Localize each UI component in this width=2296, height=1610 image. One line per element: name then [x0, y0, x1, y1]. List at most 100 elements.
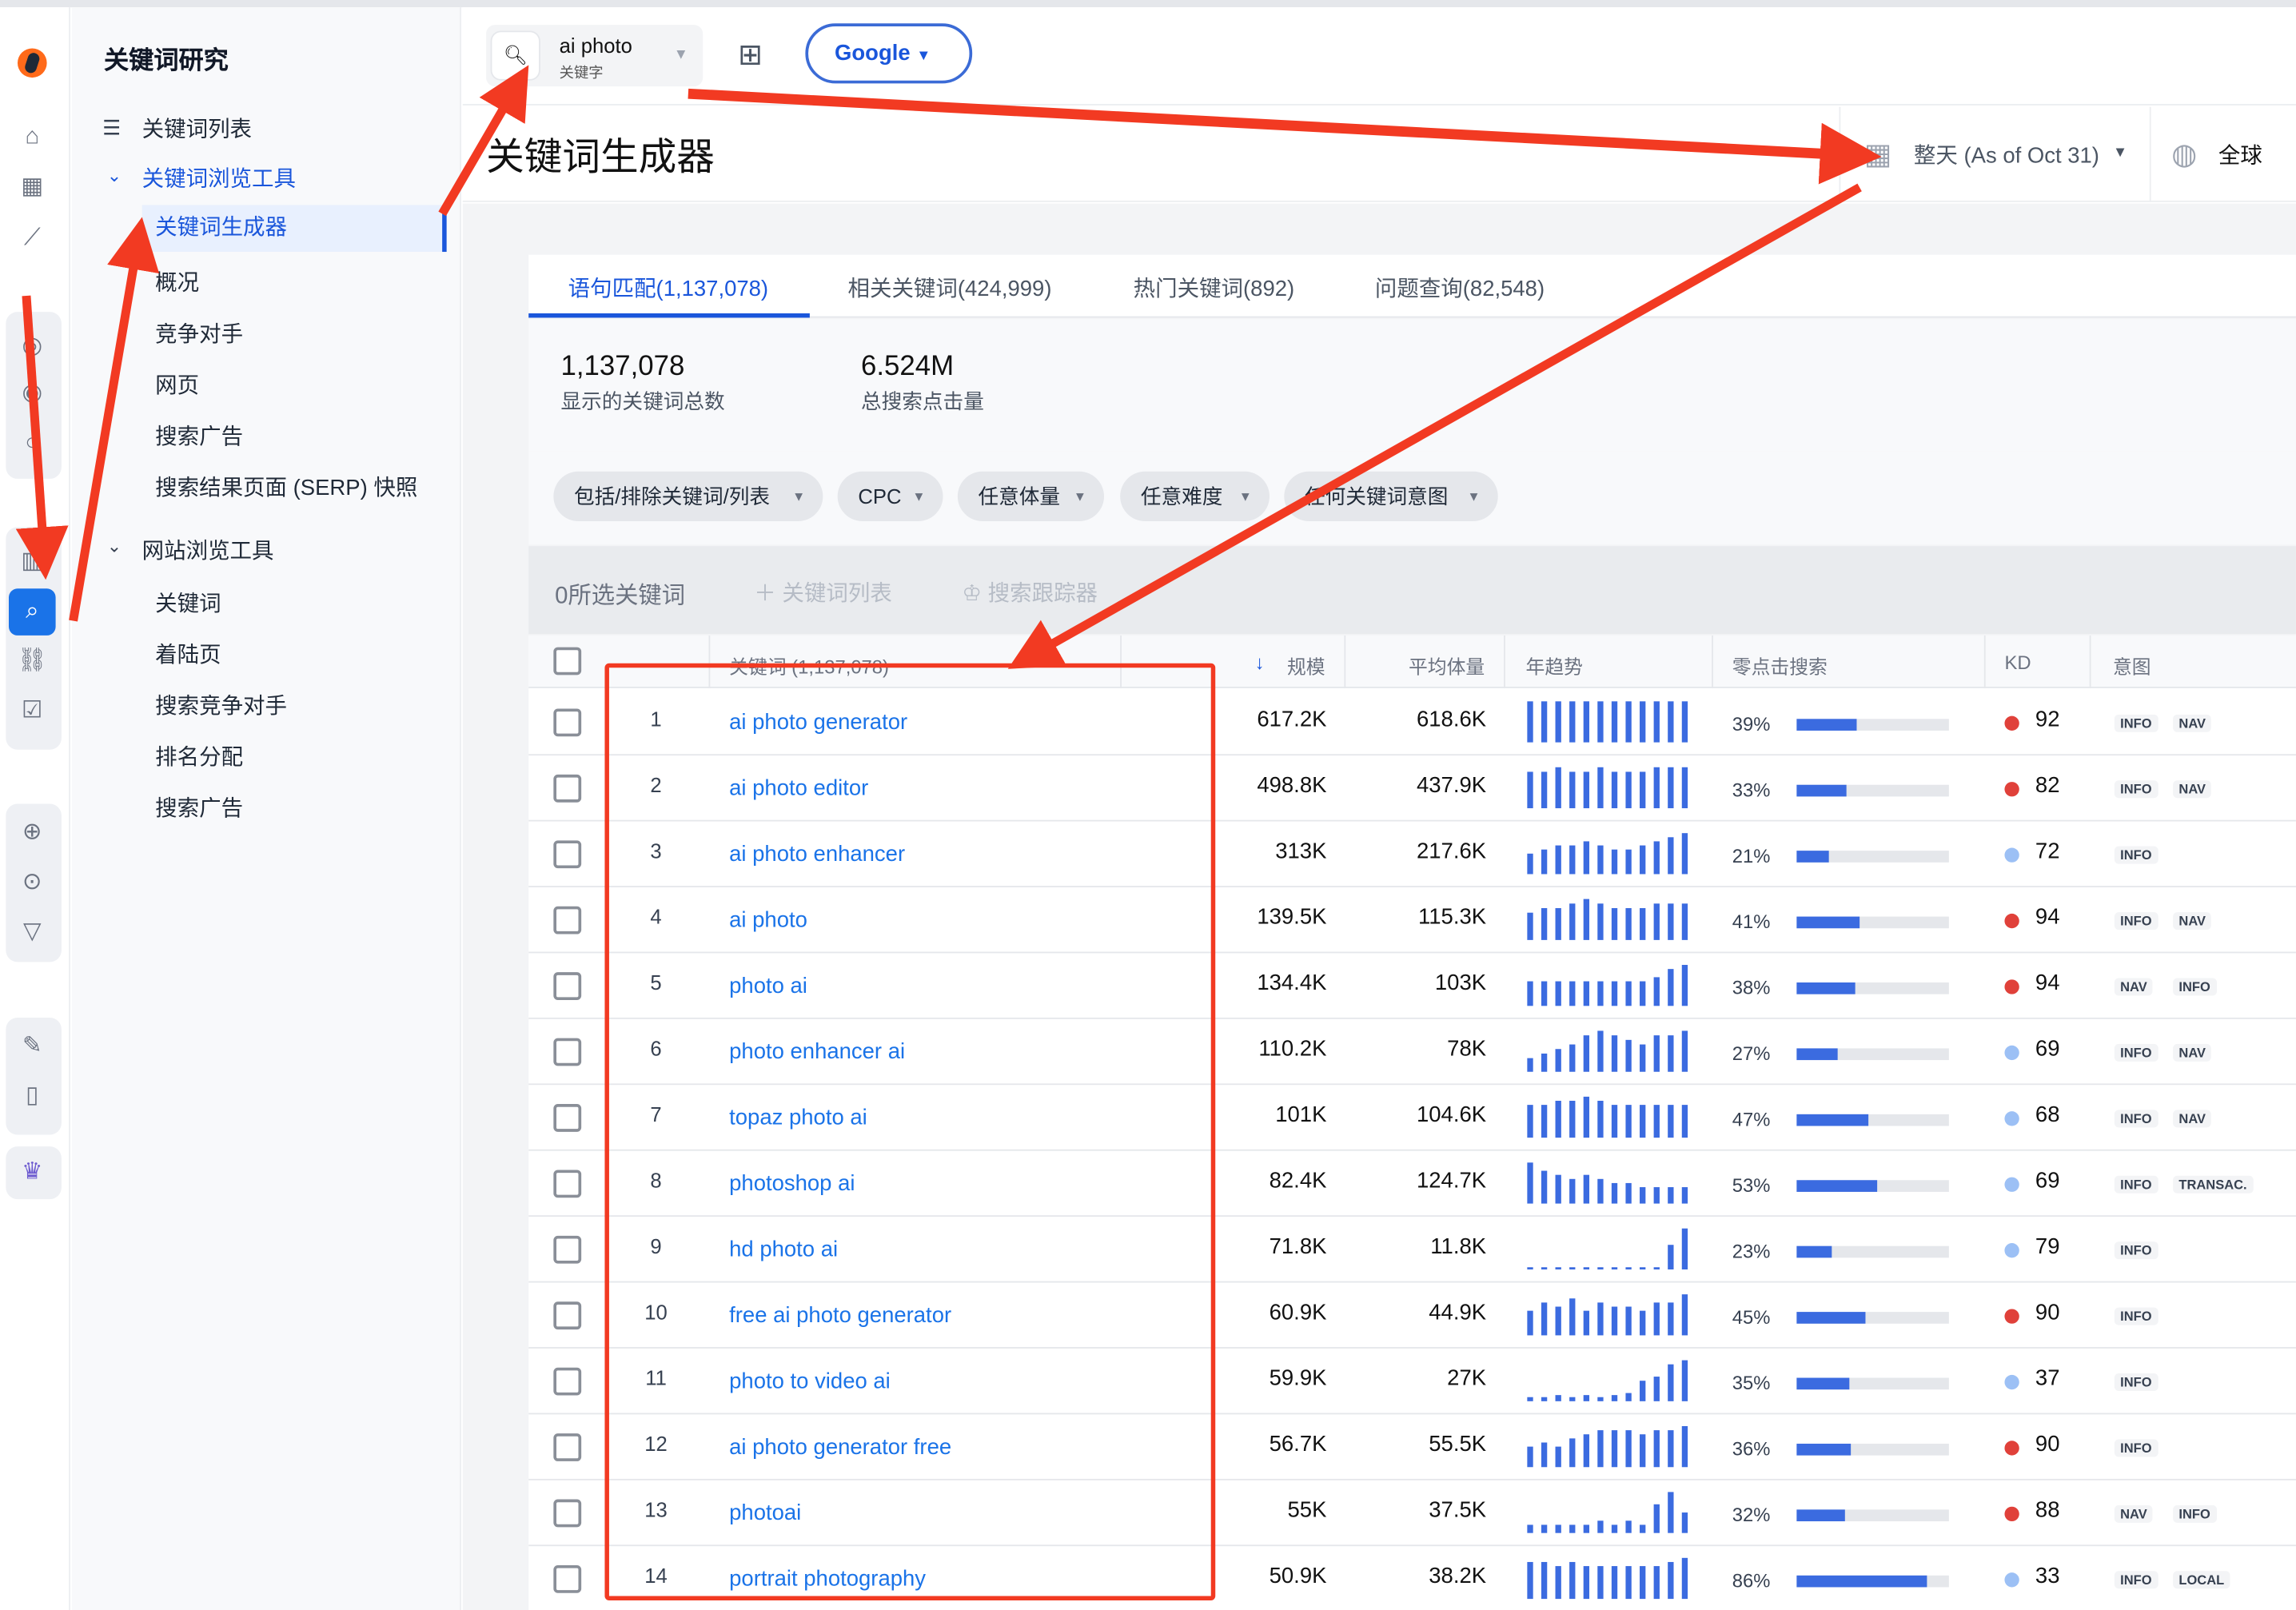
row-checkbox[interactable]	[553, 1038, 582, 1066]
keyword-link[interactable]: portrait photography	[729, 1567, 926, 1592]
select-all-checkbox[interactable]	[553, 647, 582, 675]
tab-phrase-match[interactable]: 语句匹配(1,137,078)	[568, 273, 768, 303]
sidebar-item-pages[interactable]: 网页	[155, 369, 199, 400]
link-icon[interactable]: ⛓	[14, 644, 50, 679]
keyword-link[interactable]: photo ai	[729, 974, 807, 998]
col-zero-click[interactable]: 零点击搜索	[1732, 652, 1828, 679]
sidebar-item-landing-pages[interactable]: 着陆页	[155, 639, 221, 669]
table-row[interactable]: 4 ai photo 139.5K 115.3K 41% 94 INFO NAV	[528, 887, 2296, 954]
keyword-link[interactable]: photoai	[729, 1500, 801, 1525]
add-to-list-button[interactable]: ＋ 关键词列表	[754, 577, 892, 608]
row-checkbox[interactable]	[553, 840, 582, 869]
table-row[interactable]: 6 photo enhancer ai 110.2K 78K 27% 69 INFO NAV	[528, 1019, 2296, 1086]
table-row[interactable]: 9 hd photo ai 71.8K 11.8K 23% 79 INFO	[528, 1217, 2296, 1283]
row-checkbox[interactable]	[553, 1170, 582, 1198]
tab-related-keywords[interactable]: 相关关键词(424,999)	[847, 273, 1051, 303]
sidebar-item-search-competitors[interactable]: 搜索竞争对手	[155, 690, 287, 720]
table-row[interactable]: 3 ai photo enhancer 313K 217.6K 21% 72 INFO	[528, 822, 2296, 887]
row-checkbox[interactable]	[553, 1235, 582, 1264]
globe-icon[interactable]: ◎	[14, 329, 50, 365]
table-row[interactable]: 5 photo ai 134.4K 103K 38% 94 NAV INFO	[528, 953, 2296, 1019]
filter-difficulty[interactable]: 任意难度 ▼	[1120, 471, 1270, 522]
sidebar-item-site-explorer[interactable]: 网站浏览工具	[142, 535, 274, 565]
logo-icon[interactable]	[17, 48, 47, 78]
crown-icon[interactable]: ♛	[14, 1155, 50, 1190]
sidebar-item-keyword-list[interactable]: 关键词列表	[142, 113, 252, 143]
sidebar-item-keyword-explorer[interactable]: 关键词浏览工具	[142, 162, 296, 193]
col-keyword[interactable]: 关键词 (1,137,078)	[729, 652, 889, 679]
row-checkbox[interactable]	[553, 1564, 582, 1593]
target-icon[interactable]: ◉	[14, 377, 50, 412]
keyword-link[interactable]: hd photo ai	[729, 1237, 838, 1262]
keyword-link[interactable]: photo enhancer ai	[729, 1039, 905, 1064]
row-checkbox[interactable]	[553, 774, 582, 803]
sidebar-item-serp-snapshot[interactable]: 搜索结果页面 (SERP) 快照	[155, 472, 417, 502]
search-keyword[interactable]: ai photo	[560, 34, 632, 57]
add-compare-icon[interactable]: ⊞	[738, 37, 763, 74]
checklist-icon[interactable]: ☑	[14, 694, 50, 729]
row-checkbox[interactable]	[553, 1104, 582, 1132]
col-volume[interactable]: 规模	[1287, 652, 1325, 679]
mobile-icon[interactable]: ▯	[14, 1079, 50, 1114]
table-row[interactable]: 10 free ai photo generator 60.9K 44.9K 45% 90…	[528, 1282, 2296, 1349]
search-engine-dropdown[interactable]: Google ▼	[805, 23, 973, 84]
keyword-link[interactable]: ai photo	[729, 908, 807, 933]
sidebar-item-competitors[interactable]: 竞争对手	[155, 317, 243, 348]
bar-chart-icon[interactable]: ▥	[14, 544, 50, 580]
home-icon[interactable]: ⌂	[14, 120, 50, 155]
table-row[interactable]: 1 ai photo generator 617.2K 618.6K 39% 92 INFO…	[528, 690, 2296, 756]
row-checkbox[interactable]	[553, 1301, 582, 1330]
chart-icon[interactable]: ⟋	[14, 221, 50, 257]
report-icon[interactable]: ✎	[14, 1030, 50, 1065]
row-checkbox[interactable]	[553, 1433, 582, 1461]
search-circle-icon[interactable]: ⊙	[14, 865, 50, 900]
search-icon[interactable]: 🔍︎	[492, 32, 540, 79]
keyword-link[interactable]: ai photo generator	[729, 710, 907, 735]
sidebar-item-keyword-generator[interactable]: 关键词生成器	[142, 205, 447, 253]
table-row[interactable]: 11 photo to video ai 59.9K 27K 35% 37 INFO	[528, 1349, 2296, 1415]
filter-cpc[interactable]: CPC ▼	[837, 471, 943, 522]
keyword-search-icon[interactable]: ⌕	[8, 588, 56, 636]
keyword-link[interactable]: ai photo editor	[729, 776, 868, 801]
sidebar-item-overview[interactable]: 概况	[155, 266, 199, 297]
sidebar-item-search-ads-2[interactable]: 搜索广告	[155, 792, 243, 823]
keyword-link[interactable]: ai photo generator free	[729, 1435, 951, 1460]
table-row[interactable]: 8 photoshop ai 82.4K 124.7K 53% 69 INFO TRANSAC…	[528, 1151, 2296, 1217]
filter-include-exclude[interactable]: 包括/排除关键词/列表 ▼	[553, 471, 823, 522]
keyword-link[interactable]: ai photo enhancer	[729, 842, 905, 867]
col-kd[interactable]: KD	[2004, 652, 2031, 673]
keyword-link[interactable]: photoshop ai	[729, 1171, 855, 1196]
chevron-down-icon[interactable]: ⌄	[107, 165, 122, 186]
row-checkbox[interactable]	[553, 708, 582, 737]
tab-trending-keywords[interactable]: 热门关键词(892)	[1134, 273, 1295, 303]
sort-arrow-icon[interactable]: ↓	[1255, 652, 1265, 673]
caret-down-icon[interactable]: ▼	[674, 47, 688, 63]
table-row[interactable]: 7 topaz photo ai 101K 104.6K 47% 68 INFO NAV	[528, 1085, 2296, 1151]
keyword-link[interactable]: photo to video ai	[729, 1369, 891, 1394]
sidebar-item-keywords[interactable]: 关键词	[155, 587, 221, 617]
table-row[interactable]: 2 ai photo editor 498.8K 437.9K 33% 82 INFO NAV	[528, 755, 2296, 822]
keyword-link[interactable]: free ai photo generator	[729, 1303, 951, 1328]
tab-questions[interactable]: 问题查询(82,548)	[1375, 273, 1545, 303]
chevron-down-icon[interactable]: ⌄	[107, 536, 122, 556]
table-row[interactable]: 13 photoai 55K 37.5K 32% 88 NAV INFO	[528, 1480, 2296, 1547]
keyword-search-box[interactable]: 🔍︎ ai photo 关键字 ▼	[486, 25, 704, 87]
dashboard-icon[interactable]: ▦	[14, 169, 50, 205]
web-icon[interactable]: ⊕	[14, 815, 50, 851]
filter-volume[interactable]: 任意体量 ▼	[957, 471, 1105, 522]
table-row[interactable]: 12 ai photo generator free 56.7K 55.5K 36% 90…	[528, 1414, 2296, 1480]
row-checkbox[interactable]	[553, 1499, 582, 1528]
row-checkbox[interactable]	[553, 1367, 582, 1396]
row-checkbox[interactable]	[553, 906, 582, 935]
table-row[interactable]: 14 portrait photography 50.9K 38.2K 86% 33 INF…	[528, 1546, 2296, 1610]
location-button[interactable]: ◍ 全球	[2149, 106, 2296, 202]
filter-intent[interactable]: 任何关键词意图 ▼	[1284, 471, 1498, 522]
keyword-link[interactable]: topaz photo ai	[729, 1106, 867, 1130]
sidebar-item-search-ads[interactable]: 搜索广告	[155, 420, 243, 451]
row-checkbox[interactable]	[553, 972, 582, 1000]
circle-icon[interactable]: ○	[14, 426, 50, 461]
date-range-button[interactable]: ▦ 整天 (As of Oct 31) ▼	[1839, 106, 2149, 202]
filter-icon[interactable]: ▽	[14, 915, 50, 950]
sidebar-item-ranking-distribution[interactable]: 排名分配	[155, 741, 243, 771]
col-avg-volume[interactable]: 平均体量	[1409, 652, 1485, 679]
